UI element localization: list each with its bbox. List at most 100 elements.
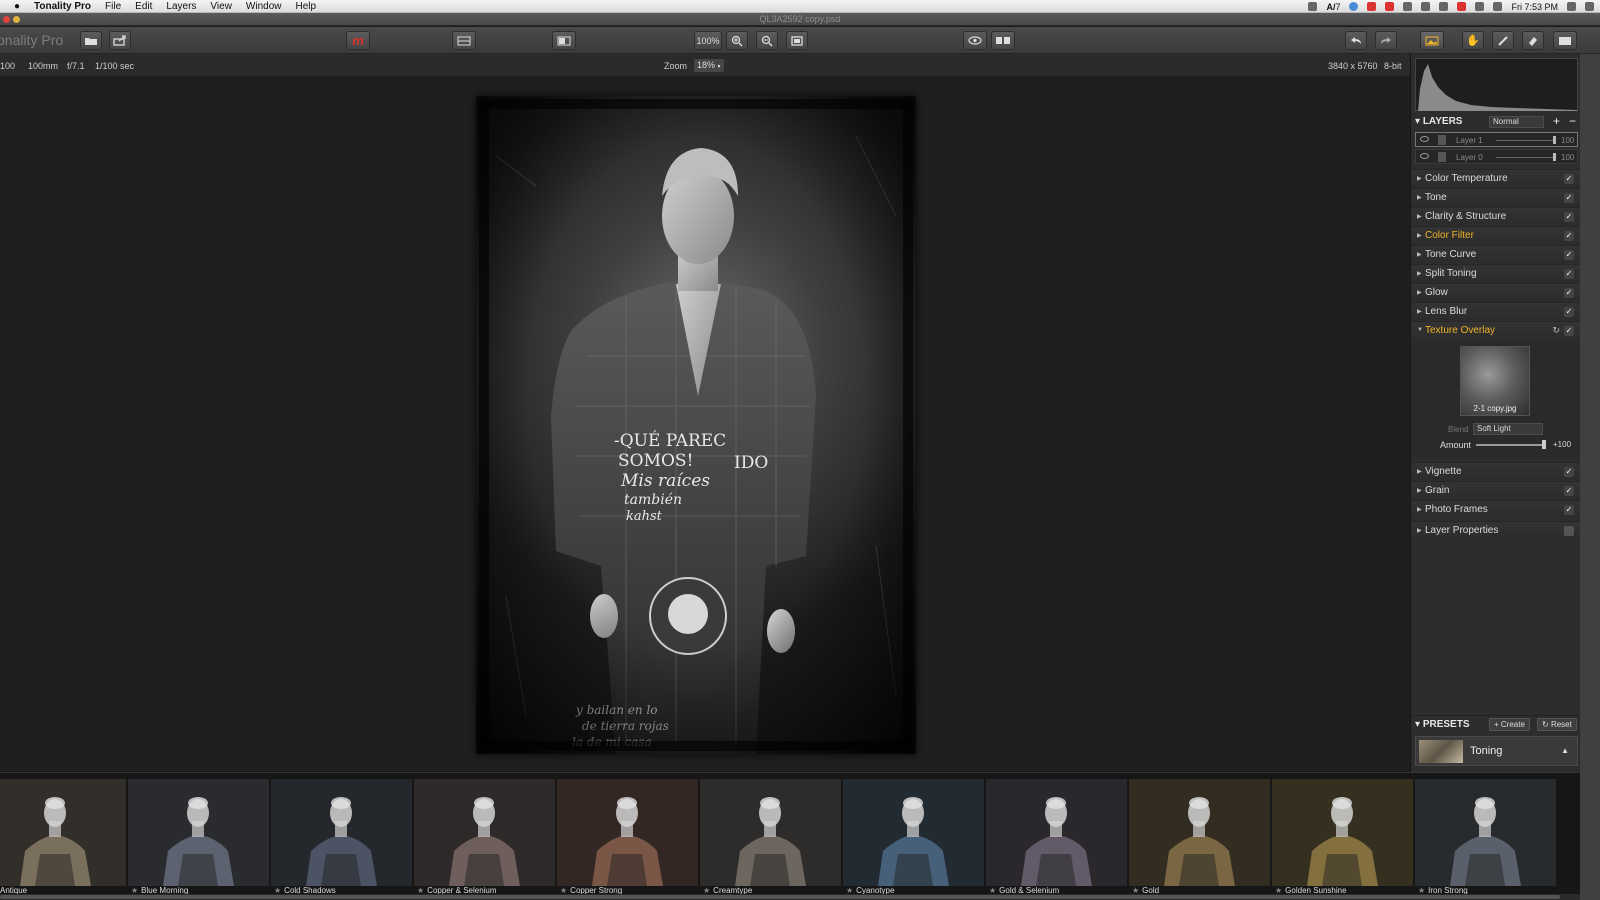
camera-icon[interactable]	[1308, 2, 1318, 11]
open-file-button[interactable]	[80, 31, 102, 50]
eraser-tool-button[interactable]	[1522, 31, 1544, 50]
enable-checkbox[interactable]: ✓	[1564, 212, 1574, 222]
app-badge-icon[interactable]	[1367, 2, 1377, 11]
enable-checkbox[interactable]: ✓	[1564, 269, 1574, 279]
apple-icon[interactable]: ●	[0, 1, 34, 12]
menu-edit[interactable]: Edit	[135, 1, 152, 12]
image-adjust-tool-button[interactable]	[1420, 31, 1444, 50]
spotlight-icon[interactable]	[1567, 2, 1576, 11]
image-canvas[interactable]: -QUÉ PAREC SOMOS! Mis raíces también kah…	[0, 77, 1410, 771]
export-button[interactable]	[109, 31, 131, 50]
preview-button[interactable]	[963, 31, 987, 50]
fit-screen-button[interactable]	[786, 31, 808, 50]
adjustment-vignette[interactable]: ▶ Vignette ✓	[1411, 462, 1581, 480]
macphun-logo-button[interactable]: m	[346, 31, 370, 50]
reset-button[interactable]: ↻ Reset	[1537, 718, 1577, 731]
blend-mode-select[interactable]: Soft Light	[1473, 423, 1543, 435]
adjustment-glow[interactable]: ▶ Glow ✓	[1411, 283, 1581, 301]
edited-photo[interactable]: -QUÉ PAREC SOMOS! Mis raíces también kah…	[476, 96, 916, 754]
view-mode-button[interactable]	[552, 31, 576, 50]
enable-checkbox[interactable]: ✓	[1564, 307, 1574, 317]
opacity-slider-handle[interactable]	[1553, 136, 1556, 144]
layer-row-1[interactable]: Layer 1 100	[1415, 132, 1578, 147]
preset-thumbnail[interactable]	[0, 779, 126, 886]
adjustment-photo-frames[interactable]: ▶ Photo Frames ✓	[1411, 500, 1581, 518]
menu-file[interactable]: File	[105, 1, 121, 12]
enable-checkbox[interactable]: ✓	[1564, 193, 1574, 203]
redo-button[interactable]	[1375, 31, 1397, 50]
menu-layers[interactable]: Layers	[166, 1, 196, 12]
panel-toggle-button[interactable]	[1553, 31, 1577, 50]
hand-tool-button[interactable]: ✋	[1462, 31, 1484, 50]
preset-thumbnail[interactable]	[557, 779, 698, 886]
preset-thumbnail[interactable]	[1129, 779, 1270, 886]
preset-thumbnail[interactable]	[271, 779, 412, 886]
opacity-slider-track[interactable]	[1496, 140, 1556, 141]
texture-thumbnail[interactable]: 2-1 copy.jpg	[1460, 346, 1530, 416]
adjustment-lens-blur[interactable]: ▶ Lens Blur ✓	[1411, 302, 1581, 320]
adjustment-grain[interactable]: ▶ Grain ✓	[1411, 481, 1581, 499]
volume-icon[interactable]	[1493, 2, 1503, 11]
visibility-eye-icon[interactable]	[1420, 136, 1429, 142]
enable-checkbox[interactable]: ✓	[1564, 505, 1574, 515]
compare-button[interactable]	[991, 31, 1015, 50]
adjustment-color-filter[interactable]: ▶ Color Filter ✓	[1411, 226, 1581, 244]
zoom-in-button[interactable]	[726, 31, 748, 50]
opacity-slider-handle[interactable]	[1553, 153, 1556, 161]
zoom-select[interactable]: 18% ▾	[694, 59, 724, 72]
preset-thumbnail[interactable]	[700, 779, 841, 886]
layer-properties-toggle[interactable]	[1564, 526, 1574, 536]
enable-checkbox[interactable]: ✓	[1564, 467, 1574, 477]
zoom-out-button[interactable]	[756, 31, 778, 50]
reset-icon[interactable]: ↻	[1552, 325, 1560, 336]
menu-window[interactable]: Window	[246, 1, 282, 12]
remove-layer-button[interactable]: −	[1569, 114, 1576, 128]
wifi-icon[interactable]	[1439, 2, 1449, 11]
flag-icon[interactable]	[1457, 2, 1467, 11]
preset-thumbnail[interactable]	[1415, 779, 1556, 886]
adjustment-split-toning[interactable]: ▶ Split Toning ✓	[1411, 264, 1581, 282]
amount-slider-handle[interactable]	[1542, 440, 1546, 449]
preset-thumbnail[interactable]	[128, 779, 269, 886]
preset-thumbnail[interactable]	[986, 779, 1127, 886]
menu-view[interactable]: View	[210, 1, 232, 12]
battery-icon[interactable]	[1475, 2, 1485, 11]
bluetooth-icon[interactable]	[1421, 2, 1431, 11]
layer-blend-mode-select[interactable]: Normal	[1489, 116, 1544, 128]
create-preset-button[interactable]: + Create	[1489, 718, 1530, 731]
menu-clock[interactable]: Fri 7:53 PM	[1511, 2, 1558, 12]
opacity-slider-track[interactable]	[1496, 157, 1556, 158]
layer-row-0[interactable]: Layer 0 100	[1415, 149, 1578, 164]
zoom-100-button[interactable]: 100%	[694, 31, 722, 50]
adjustment-texture-overlay[interactable]: ▼ Texture Overlay ↻ ✓	[1411, 321, 1581, 339]
sync-icon[interactable]	[1349, 2, 1359, 11]
notification-center-icon[interactable]	[1585, 2, 1594, 11]
menu-app-name[interactable]: Tonality Pro	[34, 1, 91, 12]
adjustment-color-temperature[interactable]: ▶ Color Temperature ✓	[1411, 169, 1581, 187]
alert-icon[interactable]	[1385, 2, 1395, 11]
enable-checkbox[interactable]: ✓	[1564, 288, 1574, 298]
menu-help[interactable]: Help	[296, 1, 317, 12]
add-layer-button[interactable]: +	[1553, 114, 1560, 128]
enable-checkbox[interactable]: ✓	[1564, 250, 1574, 260]
enable-checkbox[interactable]: ✓	[1564, 174, 1574, 184]
scrollbar-thumb[interactable]	[0, 895, 1560, 899]
enable-checkbox[interactable]: ✓	[1564, 486, 1574, 496]
filmstrip-scrollbar[interactable]	[0, 894, 1580, 900]
enable-checkbox[interactable]: ✓	[1564, 326, 1574, 336]
preset-thumbnail[interactable]	[1272, 779, 1413, 886]
adjustment-tone[interactable]: ▶ Tone ✓	[1411, 188, 1581, 206]
brush-tool-button[interactable]	[1492, 31, 1514, 50]
visibility-eye-icon[interactable]	[1420, 153, 1429, 159]
amount-slider-track[interactable]	[1476, 444, 1546, 446]
adjustment-layer-properties[interactable]: ▶ Layer Properties	[1411, 521, 1581, 539]
compare-split-button[interactable]	[452, 31, 476, 50]
preset-thumbnail[interactable]	[843, 779, 984, 886]
adjustment-tone-curve[interactable]: ▶ Tone Curve ✓	[1411, 245, 1581, 263]
adobe-status[interactable]: A/7	[1326, 2, 1340, 12]
adjustment-clarity-structure[interactable]: ▶ Clarity & Structure ✓	[1411, 207, 1581, 225]
enable-checkbox[interactable]: ✓	[1564, 231, 1574, 241]
time-machine-icon[interactable]	[1403, 2, 1413, 11]
preset-category-select[interactable]: Toning ▲	[1415, 736, 1578, 766]
preset-thumbnail[interactable]	[414, 779, 555, 886]
